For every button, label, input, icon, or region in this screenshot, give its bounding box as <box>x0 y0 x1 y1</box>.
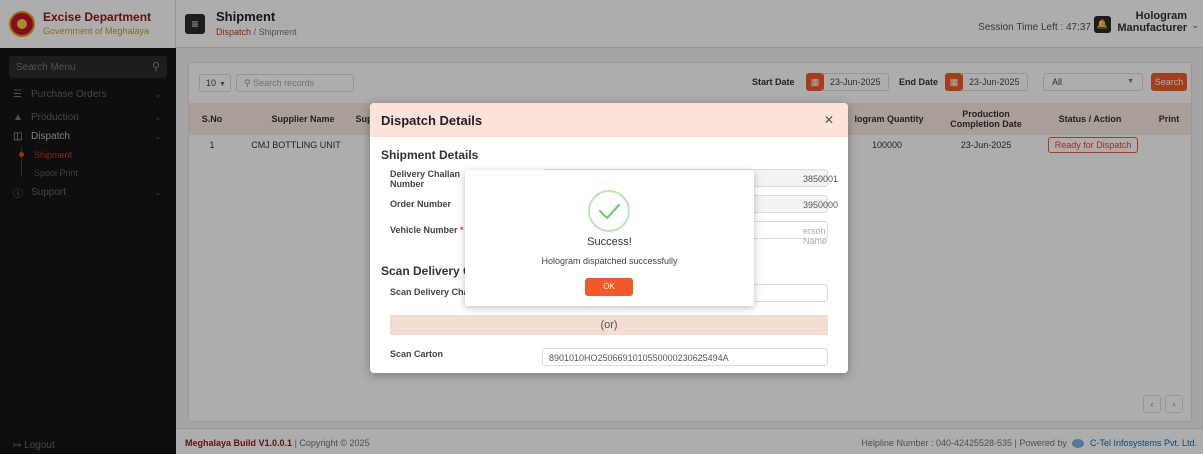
shipment-details-heading: Shipment Details <box>381 148 479 162</box>
success-dialog: Success! Hologram dispatched successfull… <box>465 170 754 306</box>
vehicle-number-text: Vehicle Number <box>390 225 458 235</box>
person-name-placeholder: erson Name <box>803 226 828 246</box>
scan-delivery-heading: Scan Delivery C <box>381 264 472 278</box>
order-number-value: 3950000 <box>803 200 839 210</box>
challan-number-value: 3850001 <box>803 174 839 184</box>
challan-number-label: Delivery Challan Number <box>390 169 461 189</box>
ok-button[interactable]: OK <box>585 278 633 296</box>
or-divider: (or) <box>390 315 828 335</box>
modal-header: Dispatch Details ✕ <box>370 103 848 137</box>
vehicle-number-label: Vehicle Number * <box>390 225 464 235</box>
scan-carton-value: 8901010HO2506691010550000230625494A <box>549 353 729 363</box>
required-marker: * <box>460 225 464 235</box>
scan-carton-label: Scan Carton <box>390 349 444 359</box>
scan-carton-input[interactable]: 8901010HO2506691010550000230625494A <box>542 348 828 366</box>
success-check-icon <box>588 190 630 232</box>
close-icon[interactable]: ✕ <box>824 113 834 127</box>
scan-challan-label: Scan Delivery Cha <box>390 287 469 297</box>
success-message: Hologram dispatched successfully <box>541 256 678 266</box>
order-number-label: Order Number <box>390 199 452 209</box>
success-title: Success! <box>587 236 632 248</box>
modal-title: Dispatch Details <box>381 113 483 128</box>
